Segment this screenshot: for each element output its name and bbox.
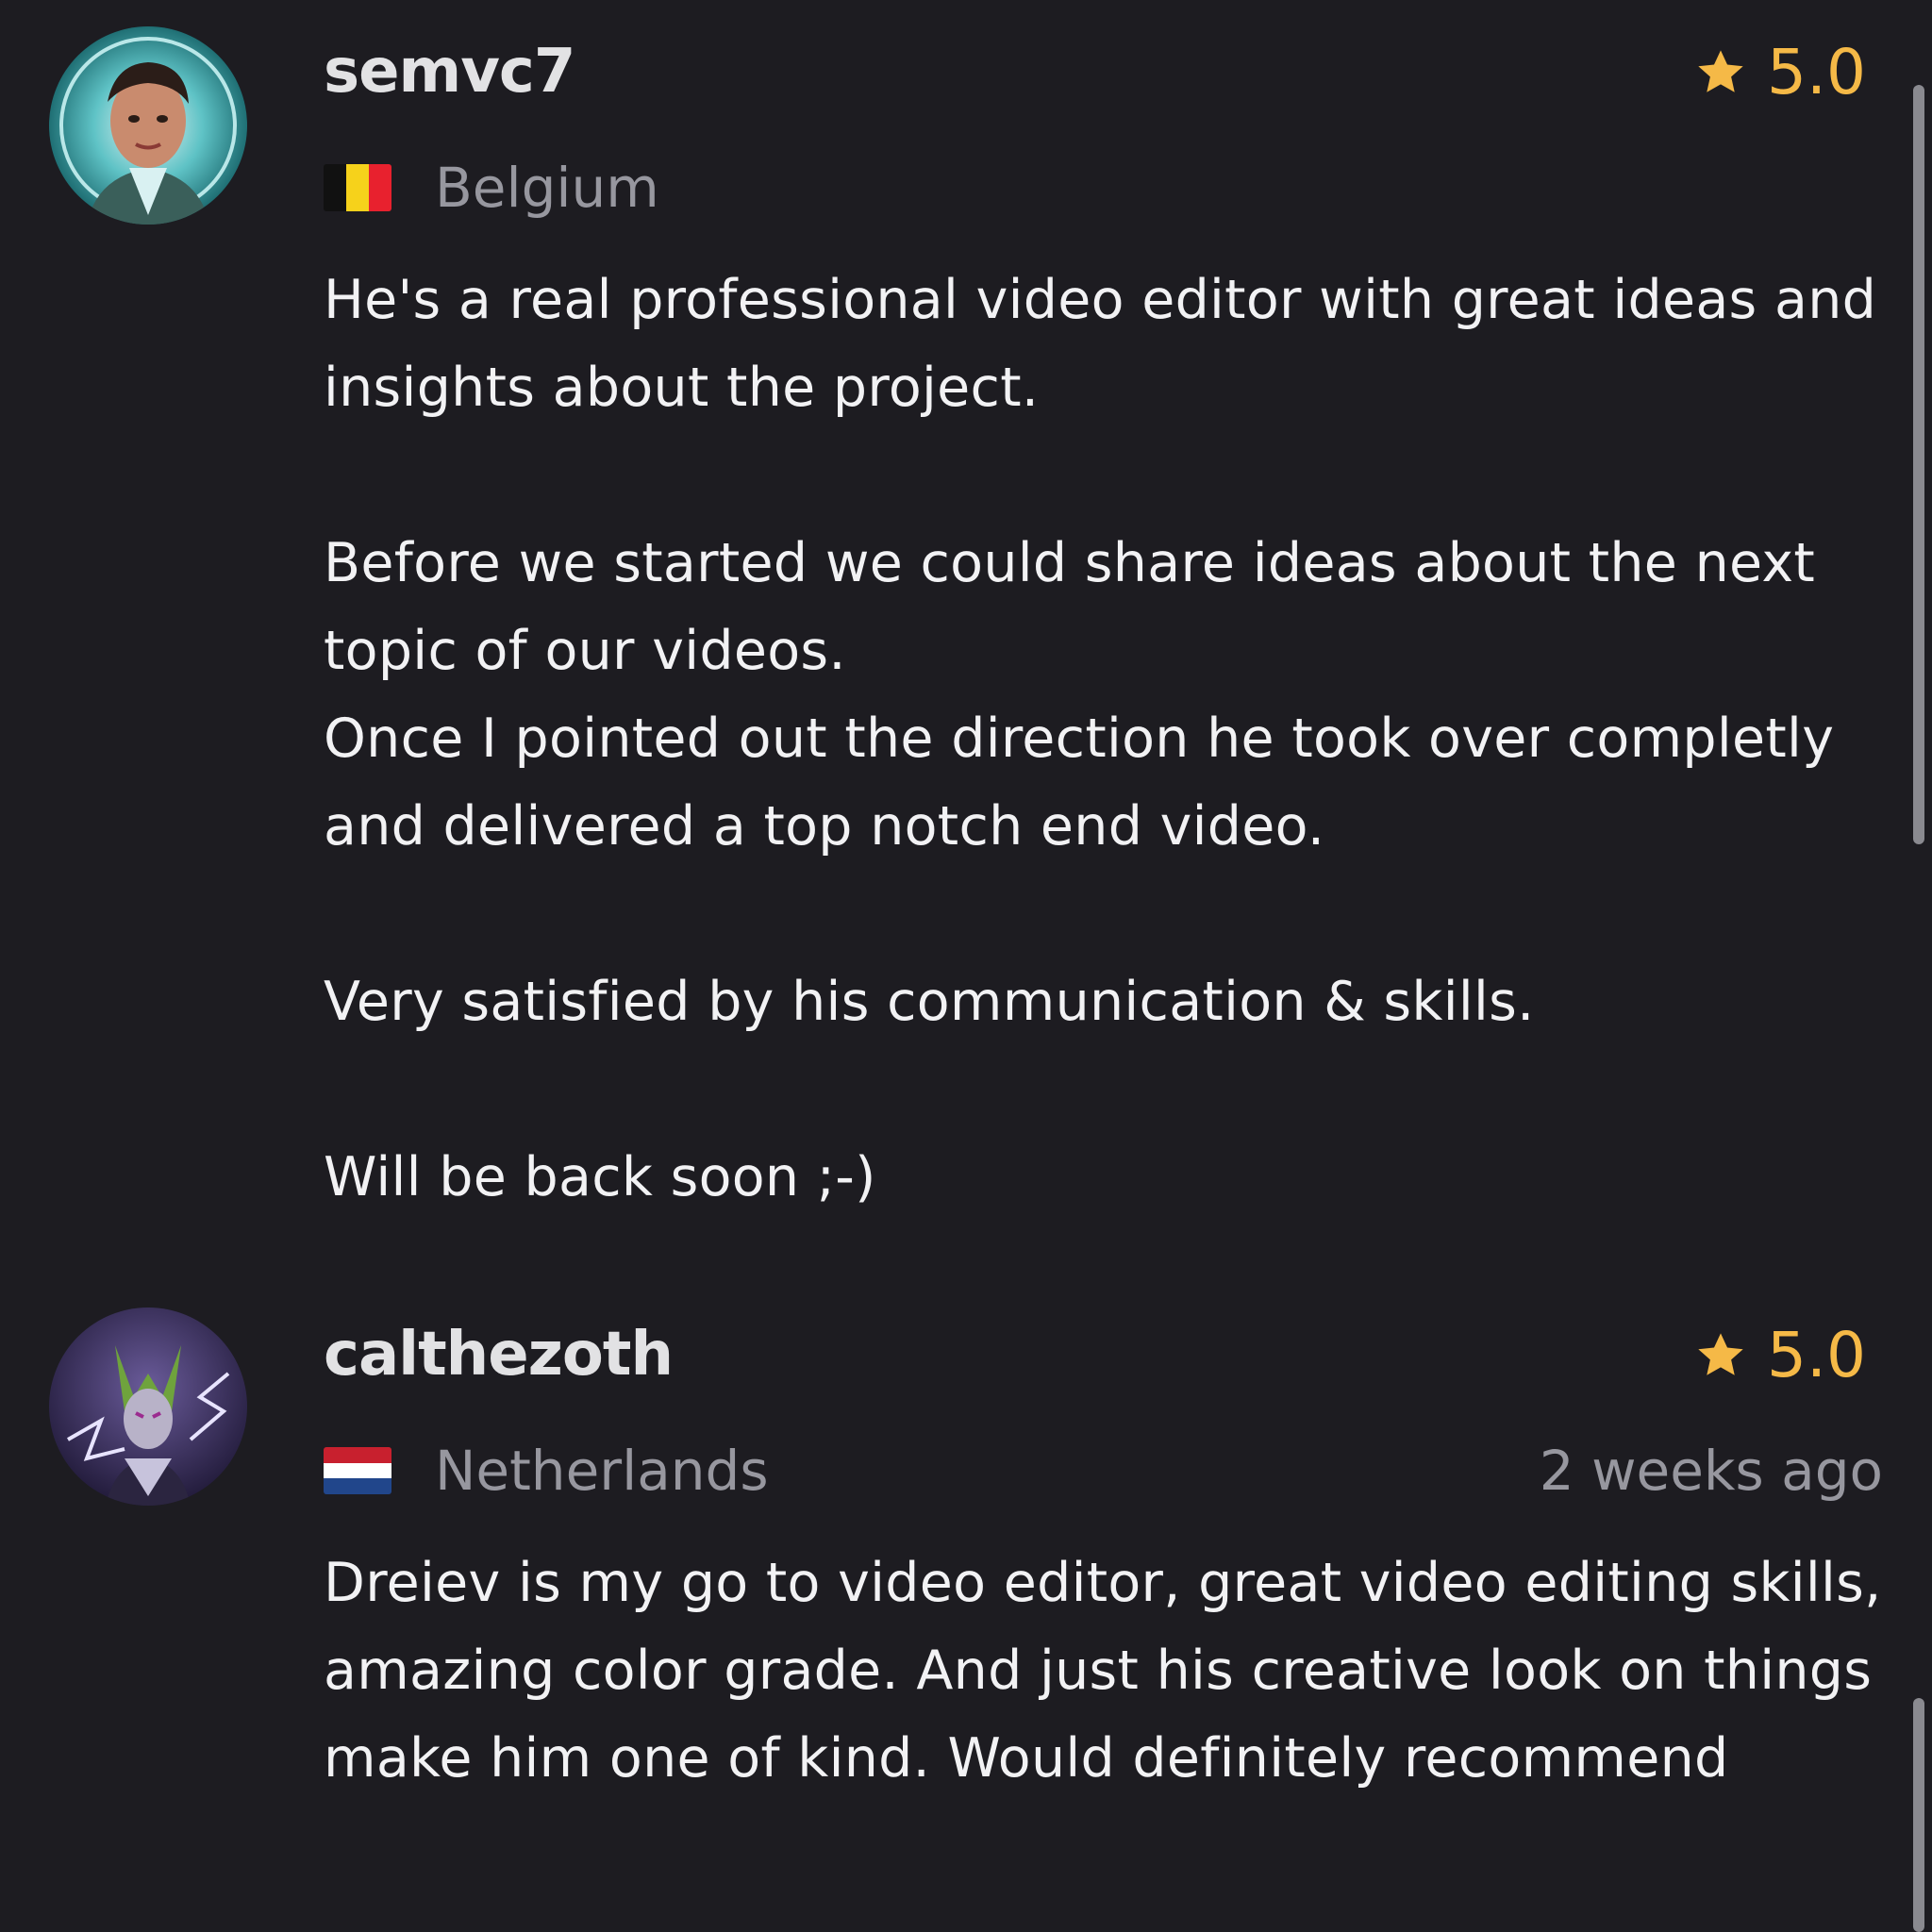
avatar[interactable] — [49, 1307, 247, 1506]
review-timestamp: 2 weeks ago — [1539, 1439, 1883, 1503]
review-item: calthezoth 5.0 Netherlands 2 weeks ago D… — [0, 1302, 1932, 1932]
belgium-flag-icon — [324, 164, 391, 211]
country-name: Belgium — [435, 156, 659, 220]
review-rating: 5.0 — [1693, 42, 1866, 104]
reviewer-username[interactable]: calthezoth — [324, 1324, 674, 1385]
avatar[interactable] — [49, 26, 247, 225]
rating-value: 5.0 — [1767, 36, 1866, 108]
reviewer-country: Netherlands — [324, 1443, 769, 1498]
scrollbar-thumb[interactable] — [1913, 85, 1924, 844]
review-text: Dreiev is my go to video editor, great v… — [324, 1552, 1882, 1790]
reviewer-username[interactable]: semvc7 — [324, 42, 575, 102]
reviewer-country: Belgium — [324, 160, 659, 215]
country-name: Netherlands — [435, 1439, 769, 1503]
review-item: semvc7 5.0 Belgium He's a real professio… — [0, 0, 1932, 1302]
review-text: He's a real professional video editor wi… — [324, 269, 1877, 1208]
netherlands-flag-icon — [324, 1447, 391, 1494]
scrollbar-thumb[interactable] — [1913, 1698, 1924, 1932]
star-icon — [1698, 1333, 1743, 1375]
review-rating: 5.0 — [1693, 1324, 1866, 1387]
rating-value: 5.0 — [1767, 1319, 1866, 1391]
star-icon — [1698, 50, 1743, 92]
